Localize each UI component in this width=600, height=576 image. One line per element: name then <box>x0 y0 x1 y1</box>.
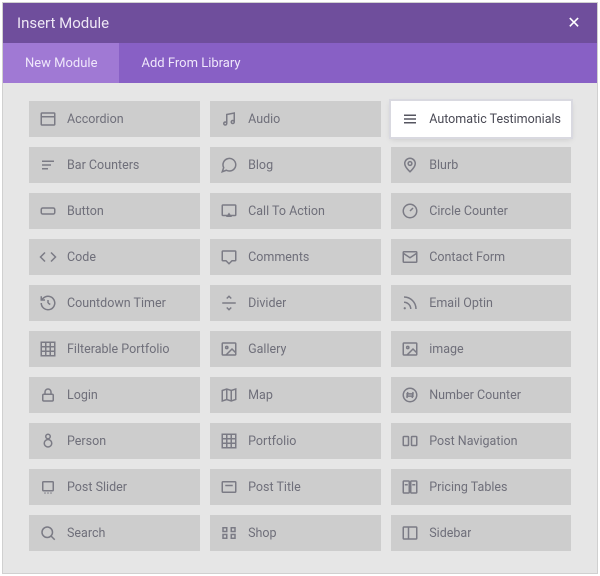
module-label: Code <box>67 250 96 265</box>
history-icon <box>39 294 57 312</box>
module-code[interactable]: Code <box>29 239 200 275</box>
sidebar-icon <box>401 524 419 542</box>
module-automatic-testimonials[interactable]: Automatic Testimonials <box>391 101 571 137</box>
module-image[interactable]: image <box>391 331 571 367</box>
module-label: Map <box>248 388 273 403</box>
comment-icon <box>220 156 238 174</box>
module-filterable-portfolio[interactable]: Filterable Portfolio <box>29 331 200 367</box>
module-label: Accordion <box>67 112 124 127</box>
module-label: Button <box>67 204 104 219</box>
module-label: Post Navigation <box>429 434 517 449</box>
module-label: Audio <box>248 112 280 127</box>
module-map[interactable]: Map <box>210 377 381 413</box>
module-label: Bar Counters <box>67 158 139 173</box>
module-label: Shop <box>248 526 276 541</box>
module-contact-form[interactable]: Contact Form <box>391 239 571 275</box>
module-label: Number Counter <box>429 388 521 403</box>
search-icon <box>39 524 57 542</box>
module-label: Gallery <box>248 342 286 357</box>
list-icon <box>401 110 419 128</box>
tab-add-from-library[interactable]: Add From Library <box>119 43 262 83</box>
shop-icon <box>220 524 238 542</box>
module-circle-counter[interactable]: Circle Counter <box>391 193 571 229</box>
module-shop[interactable]: Shop <box>210 515 381 551</box>
module-audio[interactable]: Audio <box>210 101 381 137</box>
bars-icon <box>39 156 57 174</box>
module-search[interactable]: Search <box>29 515 200 551</box>
modal-header: Insert Module ✕ <box>3 3 597 43</box>
modal-title: Insert Module <box>17 14 109 32</box>
image-icon <box>401 340 419 358</box>
module-gallery[interactable]: Gallery <box>210 331 381 367</box>
title-icon <box>220 478 238 496</box>
pricing-icon <box>401 478 419 496</box>
rss-icon <box>401 294 419 312</box>
slider-icon <box>39 478 57 496</box>
comment-fill-icon <box>220 248 238 266</box>
module-grid: Accordion Audio Automatic Testimonials Bar … <box>29 101 571 551</box>
module-post-slider[interactable]: Post Slider <box>29 469 200 505</box>
module-accordion[interactable]: Accordion <box>29 101 200 137</box>
module-label: Countdown Timer <box>67 296 166 311</box>
module-blog[interactable]: Blog <box>210 147 381 183</box>
hash-icon <box>401 386 419 404</box>
module-label: Circle Counter <box>429 204 508 219</box>
module-divider[interactable]: Divider <box>210 285 381 321</box>
image-icon <box>220 340 238 358</box>
modal-tabs: New Module Add From Library <box>3 43 597 83</box>
module-label: Login <box>67 388 98 403</box>
module-label: image <box>429 342 463 357</box>
insert-module-modal: Insert Module ✕ New Module Add From Libr… <box>2 2 598 574</box>
grid-icon <box>39 340 57 358</box>
module-label: Post Title <box>248 480 301 495</box>
module-label: Sidebar <box>429 526 471 541</box>
module-email-optin[interactable]: Email Optin <box>391 285 571 321</box>
module-blurb[interactable]: Blurb <box>391 147 571 183</box>
accordion-icon <box>39 110 57 128</box>
audio-icon <box>220 110 238 128</box>
tab-new-module[interactable]: New Module <box>3 43 119 83</box>
module-label: Call To Action <box>248 204 325 219</box>
module-sidebar[interactable]: Sidebar <box>391 515 571 551</box>
divider-icon <box>220 294 238 312</box>
grid-icon <box>220 432 238 450</box>
module-call-to-action[interactable]: Call To Action <box>210 193 381 229</box>
module-post-navigation[interactable]: Post Navigation <box>391 423 571 459</box>
lock-icon <box>39 386 57 404</box>
module-label: Pricing Tables <box>429 480 507 495</box>
module-button[interactable]: Button <box>29 193 200 229</box>
module-portfolio[interactable]: Portfolio <box>210 423 381 459</box>
gauge-icon <box>401 202 419 220</box>
person-icon <box>39 432 57 450</box>
module-label: Email Optin <box>429 296 493 311</box>
module-countdown-timer[interactable]: Countdown Timer <box>29 285 200 321</box>
modal-body: Accordion Audio Automatic Testimonials Bar … <box>3 83 597 573</box>
close-icon[interactable]: ✕ <box>565 15 583 31</box>
module-login[interactable]: Login <box>29 377 200 413</box>
module-label: Blog <box>248 158 273 173</box>
module-label: Automatic Testimonials <box>429 112 561 127</box>
module-post-title[interactable]: Post Title <box>210 469 381 505</box>
module-label: Blurb <box>429 158 458 173</box>
button-icon <box>39 202 57 220</box>
mail-icon <box>401 248 419 266</box>
module-person[interactable]: Person <box>29 423 200 459</box>
module-label: Search <box>67 526 105 541</box>
module-label: Portfolio <box>248 434 296 449</box>
module-number-counter[interactable]: Number Counter <box>391 377 571 413</box>
module-bar-counters[interactable]: Bar Counters <box>29 147 200 183</box>
code-icon <box>39 248 57 266</box>
pin-outline-icon <box>401 156 419 174</box>
nav-icon <box>401 432 419 450</box>
module-label: Post Slider <box>67 480 127 495</box>
module-label: Contact Form <box>429 250 505 265</box>
module-pricing-tables[interactable]: Pricing Tables <box>391 469 571 505</box>
cta-icon <box>220 202 238 220</box>
map-icon <box>220 386 238 404</box>
module-label: Divider <box>248 296 286 311</box>
module-label: Filterable Portfolio <box>67 342 170 357</box>
module-comments[interactable]: Comments <box>210 239 381 275</box>
module-label: Comments <box>248 250 309 265</box>
module-label: Person <box>67 434 106 449</box>
